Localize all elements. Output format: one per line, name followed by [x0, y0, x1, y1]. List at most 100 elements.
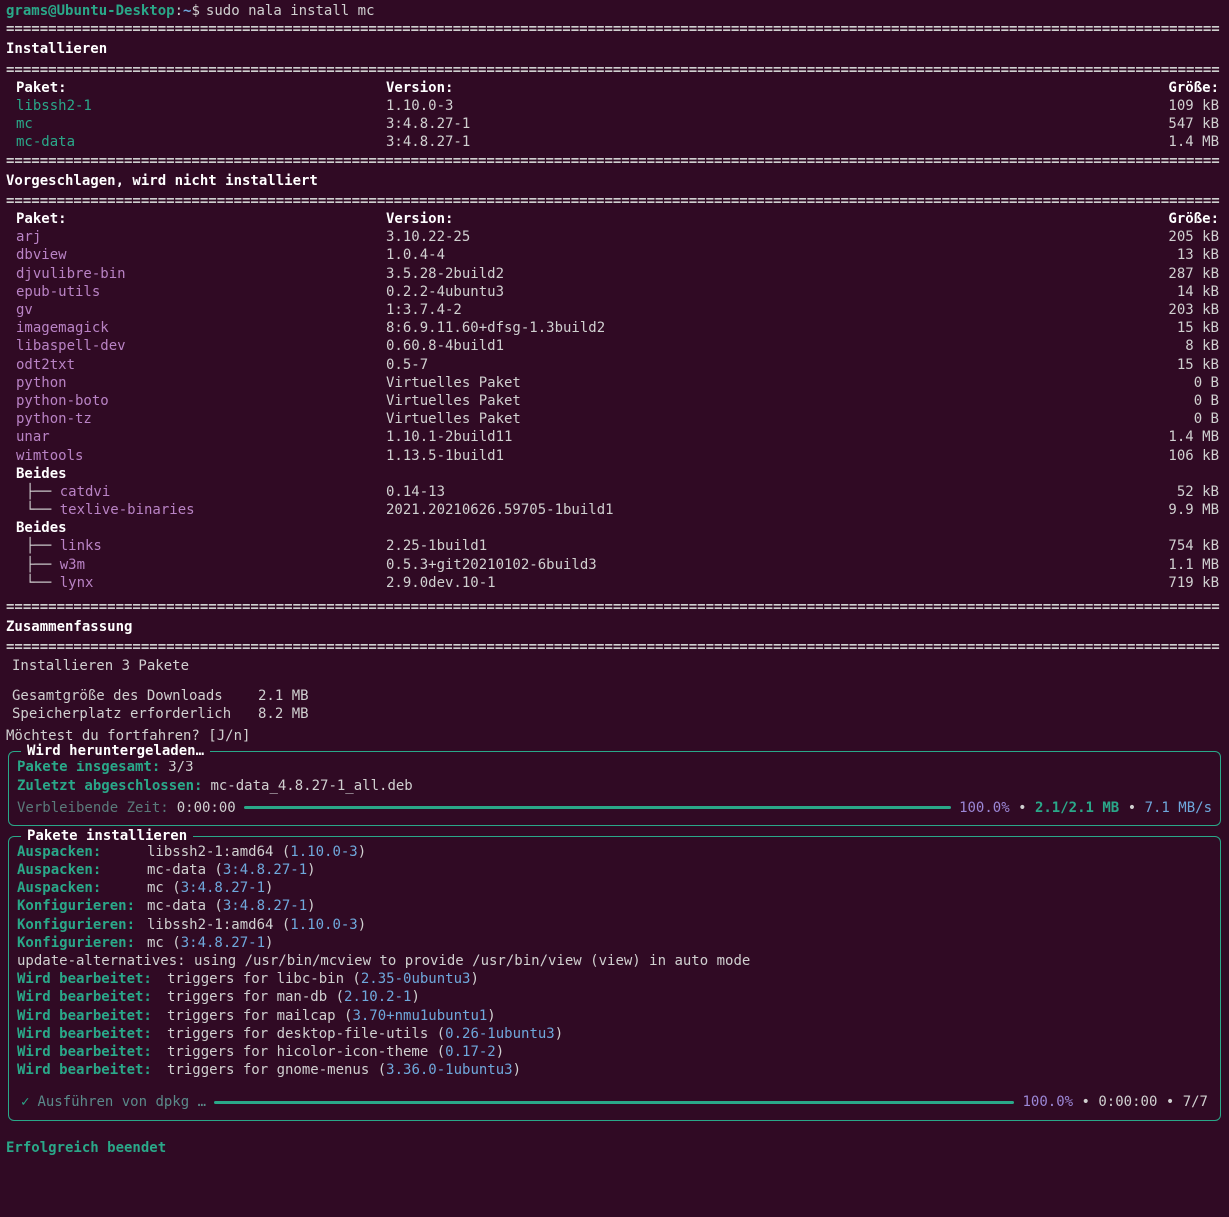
table-row: mc-data3:4.8.27-11.4 MB	[6, 133, 1223, 151]
trigger-ver: 2.10.2-1	[344, 989, 411, 1005]
summary-disk: Speicherplatz erforderlich 8.2 MB	[6, 705, 1223, 723]
trigger-ver: 0.26-1ubuntu3	[445, 1026, 555, 1042]
tree-row: ├── links2.25-1build1754 kB	[6, 537, 1223, 555]
group2-label: Beides	[6, 519, 1223, 537]
group1-label: Beides	[6, 465, 1223, 483]
prompt-host: Ubuntu-Desktop	[57, 2, 175, 20]
tree-row: ├── w3m0.5.3+git20210102-6build31.1 MB	[6, 556, 1223, 574]
pkg-size: 1.4 MB	[1129, 428, 1223, 446]
pkg-size: 1.1 MB	[1129, 556, 1223, 574]
pkg-version: 0.5-7	[386, 356, 1129, 374]
section-suggested-title: Vorgeschlagen, wird nicht installiert	[6, 170, 1223, 192]
summary-total-label: Gesamtgröße des Downloads	[12, 687, 258, 705]
pkg-size: 14 kB	[1129, 283, 1223, 301]
table-row: mc3:4.8.27-1547 kB	[6, 115, 1223, 133]
tree-row: └── texlive-binaries2021.20210626.59705-…	[6, 501, 1223, 519]
trigger-text: triggers for gnome-menus (3.36.0-1ubuntu…	[167, 1062, 521, 1078]
pkg-name: lynx	[60, 575, 94, 591]
section-summary-title: Zusammenfassung	[6, 616, 1223, 638]
tree-branch-icon: ├──	[16, 557, 60, 573]
pkg-name: djvulibre-bin	[6, 265, 386, 283]
prompt-colon: :	[175, 2, 183, 20]
pkg-version: 0.5.3+git20210102-6build3	[386, 556, 1129, 574]
table-row: wimtools1.13.5-1build1106 kB	[6, 447, 1223, 465]
trigger-label: Wird bearbeitet:	[17, 970, 167, 988]
pkg-name: odt2txt	[6, 356, 386, 374]
terminal[interactable]: grams@Ubuntu-Desktop:~$ sudo nala instal…	[0, 0, 1229, 1169]
install-op-row: Konfigurieren:mc-data (3:4.8.27-1)	[17, 897, 1212, 915]
pkg-version: 3:4.8.27-1	[386, 133, 1129, 151]
dpkg-label: Ausführen von dpkg …	[37, 1093, 206, 1111]
op-ver: 3:4.8.27-1	[181, 880, 265, 896]
trigger-label: Wird bearbeitet:	[17, 1007, 167, 1025]
trigger-label: Wird bearbeitet:	[17, 1025, 167, 1043]
pkg-version: 8:6.9.11.60+dfsg-1.3build2	[386, 319, 1129, 337]
pkg-name: mc-data	[6, 133, 386, 151]
pkg-name: python-tz	[6, 410, 386, 428]
trigger-row: Wird bearbeitet:triggers for desktop-fil…	[17, 1025, 1212, 1043]
download-time-value: 0:00:00	[177, 799, 236, 817]
dpkg-progress-row: ✓ Ausführen von dpkg … 100.0% • 0:00:00 …	[17, 1087, 1212, 1111]
suggested-header: Paket: Version: Größe:	[6, 210, 1223, 228]
pkg-name: dbview	[6, 246, 386, 264]
summary-install-count: Installieren 3 Pakete	[6, 657, 1223, 675]
pkg-size: 15 kB	[1129, 319, 1223, 337]
pkg-version: 1.0.4-4	[386, 246, 1129, 264]
download-stats: 100.0% • 2.1/2.1 MB • 7.1 MB/s	[959, 799, 1212, 817]
trigger-text: triggers for libc-bin (2.35-0ubuntu3)	[167, 971, 479, 987]
install-op-row: Konfigurieren:libssh2-1:amd64 (1.10.0-3)	[17, 916, 1212, 934]
pkg-size: 754 kB	[1129, 537, 1223, 555]
sep: •	[1082, 1094, 1090, 1110]
tree-row: └── lynx2.9.0dev.10-1719 kB	[6, 574, 1223, 592]
op-label: Konfigurieren:	[17, 934, 147, 952]
download-total: Pakete insgesamt: 3/3	[17, 758, 1212, 776]
op-pkg: libssh2-1:amd64 (1.10.0-3)	[147, 843, 366, 861]
op-ver: 3:4.8.27-1	[223, 898, 307, 914]
table-row: pythonVirtuelles Paket0 B	[6, 374, 1223, 392]
pkg-name: catdvi	[60, 484, 111, 500]
pkg-version: 0.60.8-4build1	[386, 337, 1129, 355]
table-row: libssh2-11.10.0-3109 kB	[6, 97, 1223, 115]
table-row: arj3.10.22-25205 kB	[6, 228, 1223, 246]
download-progress-bar	[244, 806, 951, 809]
pkg-size: 205 kB	[1129, 228, 1223, 246]
prompt-at: @	[48, 2, 56, 20]
pkg-version: 2.25-1build1	[386, 537, 1129, 555]
pkg-size: 8 kB	[1129, 337, 1223, 355]
install-panel: Pakete installieren Auspacken:libssh2-1:…	[8, 836, 1221, 1121]
sep: •	[1166, 1094, 1174, 1110]
table-row: imagemagick8:6.9.11.60+dfsg-1.3build215 …	[6, 319, 1223, 337]
pkg-version: 2021.20210626.59705-1build1	[386, 501, 1129, 519]
pkg-version: 1.13.5-1build1	[386, 447, 1129, 465]
download-last-label: Zuletzt abgeschlossen:	[17, 777, 202, 795]
check-icon: ✓	[21, 1093, 29, 1111]
trigger-row: Wird bearbeitet:triggers for gnome-menus…	[17, 1061, 1212, 1079]
table-row: gv1:3.7.4-2203 kB	[6, 301, 1223, 319]
trigger-label: Wird bearbeitet:	[17, 1043, 167, 1061]
summary-disk-value: 8.2 MB	[258, 705, 309, 723]
rule: ========================================…	[6, 598, 1223, 616]
download-panel-title: Wird heruntergeladen…	[21, 742, 210, 760]
pkg-name: mc	[6, 115, 386, 133]
install-header: Paket: Version: Größe:	[6, 79, 1223, 97]
trigger-row: Wird bearbeitet:triggers for hicolor-ico…	[17, 1043, 1212, 1061]
download-time-label: Verbleibende Zeit:	[17, 799, 169, 817]
pkg-version: 3.10.22-25	[386, 228, 1129, 246]
section-install-title: Installieren	[6, 38, 1223, 60]
update-alternatives-line: update-alternatives: using /usr/bin/mcvi…	[17, 952, 1212, 970]
dpkg-progress-bar	[214, 1101, 1014, 1104]
tree-branch-icon: ├──	[16, 484, 60, 500]
pkg-name: epub-utils	[6, 283, 386, 301]
trigger-text: triggers for hicolor-icon-theme (0.17-2)	[167, 1044, 504, 1060]
prompt-path: ~	[183, 2, 191, 20]
pkg-name: imagemagick	[6, 319, 386, 337]
hdr-pkg: Paket:	[6, 79, 386, 97]
pkg-size: 287 kB	[1129, 265, 1223, 283]
pkg-name: links	[60, 538, 102, 554]
table-row: python-tzVirtuelles Paket0 B	[6, 410, 1223, 428]
download-last: Zuletzt abgeschlossen: mc-data_4.8.27-1_…	[17, 777, 1212, 795]
pkg-size: 719 kB	[1129, 574, 1223, 592]
download-last-value: mc-data_4.8.27-1_all.deb	[210, 777, 412, 795]
op-pkg: mc-data (3:4.8.27-1)	[147, 897, 316, 915]
download-total-label: Pakete insgesamt:	[17, 758, 160, 776]
